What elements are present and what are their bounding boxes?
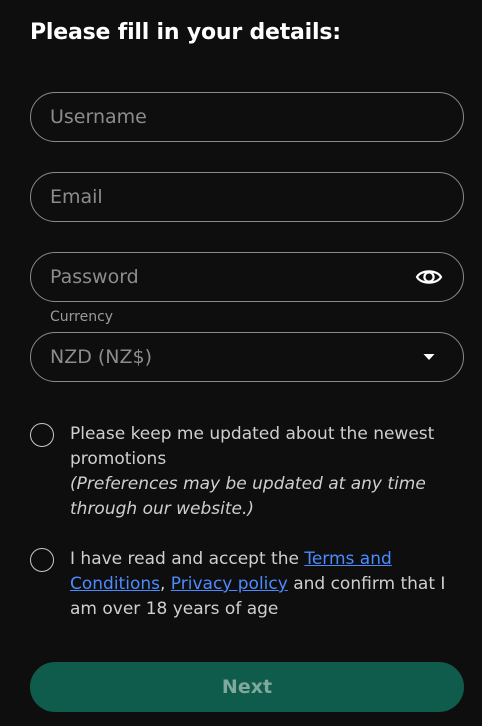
promotions-note: (Preferences may be updated at any time … xyxy=(70,474,426,519)
caret-down-icon xyxy=(423,354,435,360)
currency-select[interactable]: NZD (NZ$) xyxy=(30,332,464,382)
terms-consent: I have read and accept the Terms and Con… xyxy=(70,547,464,622)
username-field[interactable] xyxy=(30,92,464,142)
password-input[interactable] xyxy=(50,253,420,301)
promotions-consent: Please keep me updated about the newest … xyxy=(70,422,464,522)
promotions-checkbox[interactable] xyxy=(30,423,54,447)
currency-label: Currency xyxy=(50,309,114,325)
email-input[interactable] xyxy=(50,173,420,221)
terms-separator: , xyxy=(159,574,171,594)
username-input[interactable] xyxy=(50,93,420,141)
next-button[interactable]: Next xyxy=(30,662,464,712)
terms-prefix: I have read and accept the xyxy=(70,549,305,569)
page-title: Please fill in your details: xyxy=(30,20,341,45)
eye-icon[interactable] xyxy=(415,265,443,289)
privacy-link[interactable]: Privacy policy xyxy=(171,574,288,594)
email-field[interactable] xyxy=(30,172,464,222)
currency-selected-value: NZD (NZ$) xyxy=(50,346,153,368)
password-field[interactable] xyxy=(30,252,464,302)
promotions-text: Please keep me updated about the newest … xyxy=(70,424,435,469)
terms-checkbox[interactable] xyxy=(30,548,54,572)
